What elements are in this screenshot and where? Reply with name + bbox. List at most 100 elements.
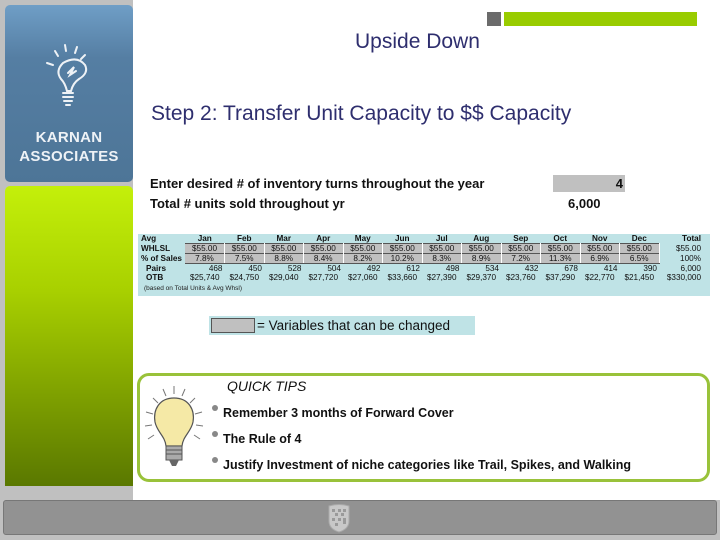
editable-cell[interactable]: $55.00 [501,243,541,254]
editable-cell[interactable]: $55.00 [185,243,225,254]
tip-text: The Rule of 4 [223,432,302,446]
total-cell: 100% [680,254,701,263]
table-row-pct-sales: % of Sales 7.8% 7.5% 8.8% 8.4% 8.2% 10.2… [139,253,703,264]
row-label: Pairs [146,263,167,273]
editable-cell[interactable]: 8.9% [461,253,502,264]
column-header: Mar [276,234,292,243]
brand-line-2: ASSOCIATES [19,148,119,165]
tip-item: Remember 3 months of Forward Cover [212,405,454,420]
table-cell: $29,040 [268,273,299,283]
table-cell: 414 [603,264,618,273]
total-cell: $330,000 [666,273,701,283]
legend-swatch [211,318,255,333]
table-header-row: Avg Jan Feb Mar Apr May Jun Jul Aug Sep … [139,234,703,244]
column-header: Nov [592,234,608,243]
editable-cell[interactable]: $55.00 [422,243,462,254]
otb-table: Avg Jan Feb Mar Apr May Jun Jul Aug Sep … [139,234,703,283]
table-cell: $33,660 [387,273,418,283]
table-cell: 492 [366,264,381,273]
table-cell: 498 [445,264,460,273]
sidebar-accent-panel [5,186,133,486]
lightbulb-icon [46,44,88,106]
column-header: Jun [394,234,410,243]
quick-tips-box: QUICK TIPS Remember 3 months of Forward … [137,373,710,482]
table-row-pairs: Pairs 468 450 528 504 492 612 498 534 43… [139,263,703,273]
turns-label: Enter desired # of inventory turns throu… [150,176,485,191]
table-cell: 468 [208,264,223,273]
otb-table-panel: Avg Jan Feb Mar Apr May Jun Jul Aug Sep … [138,234,710,296]
header-square-decoration [487,12,501,26]
column-header: Apr [316,234,331,243]
table-cell: $29,370 [466,273,497,283]
editable-cell[interactable]: 8.2% [343,253,383,264]
page-title: Upside Down [355,30,480,53]
bullet-icon [212,431,218,437]
table-cell: $25,740 [189,273,220,283]
editable-cell[interactable]: 6.5% [619,253,660,264]
table-cell: 612 [406,264,420,273]
units-value: 6,000 [568,196,601,211]
units-label: Total # units sold throughout yr [150,196,345,211]
row-label: OTB [146,273,164,283]
column-header: Oct [553,234,568,243]
table-cell: 450 [248,264,262,273]
table-cell: 504 [327,264,341,273]
column-header: Jan [197,234,212,243]
editable-cell[interactable]: 7.2% [501,253,541,264]
table-cell: $27,390 [426,273,457,283]
column-header-total: Total [682,234,701,244]
tip-item: Justify Investment of niche categories l… [212,457,631,472]
total-cell: 6,000 [680,263,702,273]
header-avg: Avg [141,234,157,244]
editable-cell[interactable]: $55.00 [224,243,265,254]
table-cell: $24,750 [229,273,260,283]
editable-cell[interactable]: 8.3% [422,253,462,264]
legend-text: = Variables that can be changed [257,318,451,333]
table-row-whlsl: WHLSL $55.00 $55.00 $55.00 $55.00 $55.00… [139,243,703,254]
tip-item: The Rule of 4 [212,431,301,446]
table-footnote: (based on Total Units & Avg Whsl) [144,285,243,292]
editable-cell[interactable]: $55.00 [580,243,620,254]
header-accent-bar [504,12,697,26]
table-cell: $27,060 [347,273,378,283]
variables-legend: = Variables that can be changed [209,316,475,335]
column-header: Jul [435,234,448,243]
brand-name: KARNAN ASSOCIATES [5,128,133,166]
table-cell: $22,770 [584,273,615,283]
table-cell: 390 [643,264,657,273]
editable-cell[interactable]: 6.9% [580,253,620,264]
tips-title: QUICK TIPS [227,378,307,394]
table-row-otb: OTB $25,740 $24,750 $29,040 $27,720 $27,… [139,273,703,283]
lightbulb-icon [144,386,204,466]
editable-cell[interactable]: $55.00 [382,243,423,254]
editable-cell[interactable]: $55.00 [264,243,304,254]
editable-cell[interactable]: 11.3% [540,253,581,264]
footer-bar [3,500,717,535]
brand-line-1: KARNAN [35,129,103,146]
table-cell: 528 [287,264,302,273]
editable-cell[interactable]: $55.00 [619,243,660,254]
editable-cell[interactable]: $55.00 [540,243,581,254]
bullet-icon [212,457,218,463]
editable-cell[interactable]: 7.8% [185,253,225,264]
table-cell: 678 [564,264,578,273]
bullet-icon [212,405,218,411]
column-header: Sep [513,234,529,243]
table-cell: $27,720 [308,273,339,283]
editable-cell[interactable]: $55.00 [461,243,502,254]
table-cell: $37,290 [545,273,576,283]
editable-cell[interactable]: 8.8% [264,253,304,264]
column-header: Aug [473,234,490,243]
editable-cell[interactable]: $55.00 [303,243,344,254]
editable-cell[interactable]: 8.4% [303,253,344,264]
crest-icon [328,504,350,533]
editable-cell[interactable]: 7.5% [224,253,265,264]
column-header: May [354,234,371,243]
total-cell: $55.00 [675,244,701,253]
table-cell: 534 [485,264,499,273]
column-header: Feb [236,234,252,243]
editable-cell[interactable]: 10.2% [382,253,423,264]
table-cell: $23,760 [505,273,536,283]
editable-cell[interactable]: $55.00 [343,243,383,254]
turns-input[interactable] [553,175,625,192]
